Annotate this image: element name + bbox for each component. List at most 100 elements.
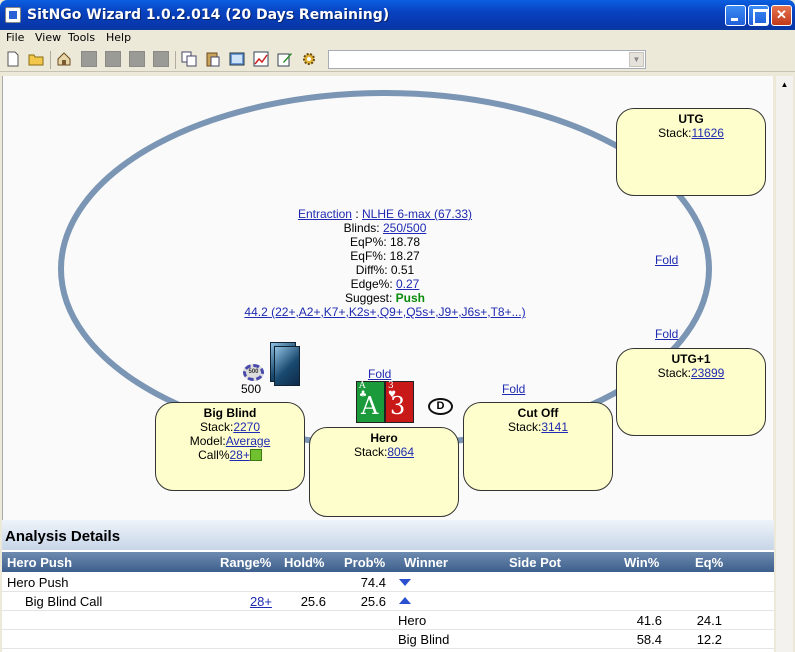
title-bar: SitNGo Wizard 1.0.2.014 (20 Days Remaini… [0, 0, 795, 30]
seat-name: UTG+1 [671, 352, 711, 366]
paste-icon[interactable] [205, 51, 221, 67]
edit-icon[interactable] [277, 51, 293, 67]
win-value: 41.6 [636, 613, 662, 628]
model-label: Model: [189, 434, 226, 448]
collapse-down-icon[interactable] [399, 579, 411, 586]
stack-link[interactable]: 3141 [541, 420, 568, 434]
prob-value: 74.4 [360, 575, 386, 590]
table-row[interactable]: Hero 41.6 24.1 [2, 611, 774, 630]
settings-icon[interactable] [301, 51, 317, 67]
card-rank: 3 [390, 392, 406, 420]
menu-help[interactable]: Help [106, 31, 131, 44]
eq-value: 24.1 [696, 613, 722, 628]
diff-label: Diff%: [355, 263, 391, 277]
cutoff-fold-link[interactable]: Fold [502, 382, 525, 396]
menu-file[interactable]: File [6, 31, 24, 44]
maximize-button[interactable] [748, 5, 769, 26]
close-button[interactable]: ✕ [771, 5, 792, 26]
menu-tools[interactable]: Tools [68, 31, 95, 44]
edge-link[interactable]: 0.27 [396, 277, 419, 291]
table-row[interactable]: Hero Push 74.4 [2, 573, 774, 592]
seat-cut-off[interactable]: Cut Off Stack:3141 [463, 402, 613, 491]
eqf-value: 18.27 [389, 249, 420, 263]
table-row[interactable]: Big Blind Call 28+ 25.6 25.6 [2, 592, 774, 611]
stack-link[interactable]: 2270 [233, 420, 260, 434]
disabled-icon [129, 51, 145, 67]
table-info: Entraction : NLHE 6-max (67.33) Blinds: … [180, 207, 590, 319]
disabled-icon [153, 51, 169, 67]
open-icon[interactable] [28, 51, 44, 67]
stack-label: Stack: [658, 126, 692, 140]
col-prob[interactable]: Prob% [344, 555, 385, 570]
blinds-link[interactable]: 250/500 [383, 221, 426, 235]
seat-name: Cut Off [517, 406, 559, 420]
site-link[interactable]: Entraction [298, 207, 352, 221]
poker-chip-icon: 500 [243, 364, 264, 381]
screenshot-icon[interactable] [229, 51, 245, 67]
win-value: 58.4 [636, 632, 662, 647]
winner-value: Hero [398, 613, 427, 628]
analysis-panel: Analysis Details Hero Push Range% Hold% … [2, 520, 774, 652]
diff-value: 0.51 [390, 263, 415, 277]
chevron-down-icon[interactable]: ▼ [629, 52, 644, 67]
seat-utg[interactable]: UTG Stack:11626 [616, 108, 766, 196]
eq-value: 12.2 [696, 632, 722, 647]
utg-fold-link[interactable]: Fold [655, 253, 678, 267]
disabled-icon [81, 51, 97, 67]
utg1-fold-link[interactable]: Fold [655, 327, 678, 341]
scroll-up-icon[interactable]: ▲ [776, 76, 793, 93]
dealer-button: D [428, 398, 453, 415]
game-link[interactable]: NLHE 6-max (67.33) [362, 207, 472, 221]
col-hold[interactable]: Hold% [284, 555, 324, 570]
big-blind-bet: 500 [241, 382, 262, 396]
call-label: Call% [198, 448, 230, 462]
range-link[interactable]: 28+ [222, 594, 272, 609]
seat-big-blind[interactable]: Big Blind Stack:2270 Model:Average Call%… [155, 402, 305, 491]
seat-name: UTG [678, 112, 704, 126]
row-label: Big Blind Call [25, 594, 103, 609]
col-eq[interactable]: Eq% [695, 555, 723, 570]
range-color-swatch[interactable] [249, 449, 262, 461]
context-combo[interactable]: ▼ [328, 50, 646, 69]
suggest-value: Push [395, 291, 426, 305]
toolbar-separator [50, 51, 51, 69]
stack-label: Stack: [199, 420, 234, 434]
seat-hero[interactable]: Hero Stack:8064 [309, 427, 459, 517]
expand-up-icon[interactable] [399, 597, 411, 604]
hero-card-three: 3 ♥ 3 [385, 381, 414, 423]
eqf-label: EqF%: [350, 249, 390, 263]
call-range-link[interactable]: 28+ [229, 448, 249, 462]
push-range-link[interactable]: 44.2 (22+,A2+,K7+,K2s+,Q9+,Q5s+,J9+,J6s+… [244, 305, 525, 319]
stack-label: Stack: [657, 366, 691, 380]
separator: : [351, 207, 362, 221]
stack-link[interactable]: 8064 [387, 445, 414, 459]
chart-icon[interactable] [253, 51, 269, 67]
stack-link[interactable]: 11626 [691, 126, 723, 140]
analysis-column-header: Hero Push Range% Hold% Prob% Winner Side… [2, 552, 774, 572]
new-icon[interactable] [5, 51, 21, 67]
analysis-title: Analysis Details [2, 520, 774, 550]
stack-link[interactable]: 23899 [691, 366, 724, 380]
vertical-scrollbar[interactable]: ▲ [776, 76, 793, 652]
col-side-pot[interactable]: Side Pot [509, 555, 561, 570]
stack-label: Stack: [507, 420, 542, 434]
copy-icon[interactable] [181, 51, 197, 67]
seat-name: Big Blind [203, 406, 257, 420]
col-win[interactable]: Win% [624, 555, 659, 570]
suggest-label: Suggest: [344, 291, 396, 305]
col-range[interactable]: Range% [220, 555, 271, 570]
model-link[interactable]: Average [226, 434, 270, 448]
hold-value: 25.6 [300, 594, 326, 609]
winner-value: Big Blind [398, 632, 450, 647]
hero-fold-link[interactable]: Fold [368, 367, 391, 381]
menu-view[interactable]: View [35, 31, 61, 44]
stack-label: Stack: [353, 445, 388, 459]
menu-bar: File View Tools Help [0, 30, 795, 48]
seat-utg1[interactable]: UTG+1 Stack:23899 [616, 348, 766, 436]
col-scenario[interactable]: Hero Push [7, 555, 72, 570]
minimize-button[interactable] [725, 5, 746, 26]
col-winner[interactable]: Winner [404, 555, 448, 570]
home-icon[interactable] [56, 51, 72, 67]
app-icon [5, 7, 21, 23]
table-row[interactable]: Big Blind 58.4 12.2 [2, 630, 774, 649]
